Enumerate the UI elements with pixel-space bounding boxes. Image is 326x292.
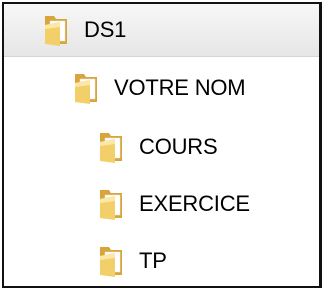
folder-icon [100,133,122,163]
tree-item-label: EXERCICE [139,191,250,216]
folder-icon [75,74,97,104]
folder-icon [100,190,122,220]
folder-icon [100,247,122,277]
tree-item-exercice[interactable]: EXERCICE [4,180,319,228]
tree-item-label: TP [139,248,167,273]
tree-item-ds1[interactable]: DS1 [4,4,319,57]
folder-icon [45,16,67,46]
tree-item-label: COURS [139,134,218,159]
tree-item-label: DS1 [84,17,127,42]
tree-item-label: VOTRE NOM [114,75,246,100]
tree-item-cours[interactable]: COURS [4,123,319,171]
tree-item-tp[interactable]: TP [4,237,319,285]
folder-tree-panel: DS1 VOTRE NOM COURS EXERCICE TP [2,2,322,288]
tree-item-votre-nom[interactable]: VOTRE NOM [4,64,319,112]
